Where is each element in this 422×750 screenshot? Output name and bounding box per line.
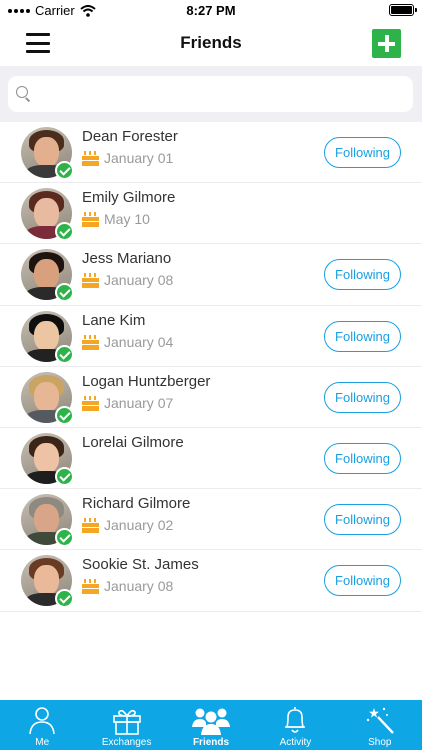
verified-check-icon (55, 344, 74, 364)
tab-label-me: Me (35, 737, 50, 748)
birthday: January 08 (82, 578, 174, 595)
following-button[interactable]: Following (324, 137, 401, 168)
friend-row[interactable]: Logan Huntzberger January 07 Following (0, 367, 422, 428)
friend-row[interactable]: Dean Forester January 01 Following (0, 122, 422, 184)
avatar[interactable] (21, 127, 74, 180)
following-button[interactable]: Following (324, 565, 401, 597)
birthday-cake-icon (82, 211, 99, 228)
avatar[interactable] (21, 310, 74, 364)
friend-row[interactable]: Emily Gilmore May 10 (0, 183, 422, 245)
friend-name: Jess Mariano (82, 250, 172, 268)
birthday-cake-icon (82, 395, 99, 411)
verified-check-icon (55, 161, 74, 180)
verified-check-icon (55, 466, 74, 486)
tab-bar: Me Exchanges Friends Activity Shop (0, 700, 422, 750)
birthday-cake-icon (82, 334, 99, 350)
verified-check-icon (55, 528, 74, 548)
clock: 8:27 PM (186, 3, 236, 18)
following-button[interactable]: Following (324, 381, 401, 413)
birthday: January 07 (82, 395, 173, 411)
search-bar (0, 66, 422, 122)
menu-icon[interactable] (26, 33, 50, 53)
search-icon (16, 86, 32, 102)
following-button[interactable]: Following (324, 442, 401, 474)
tab-activity[interactable]: Activity (253, 700, 337, 750)
birthday-date: January 07 (104, 394, 174, 411)
birthday-cake-icon (82, 272, 99, 289)
avatar[interactable] (21, 555, 74, 609)
friend-name: Sookie St. James (82, 556, 199, 574)
search-field[interactable] (8, 76, 413, 112)
page-title: Friends (180, 33, 242, 52)
tab-shop[interactable]: Shop (338, 700, 422, 750)
friend-name: Dean Forester (82, 128, 178, 145)
gift-icon (112, 709, 141, 735)
friend-name: Emily Gilmore (82, 189, 176, 207)
battery-icon (389, 4, 417, 16)
friend-row[interactable]: Lane Kim January 04 Following (0, 306, 422, 367)
following-button[interactable]: Following (324, 259, 401, 291)
avatar[interactable] (21, 371, 74, 425)
tab-me[interactable]: Me (0, 700, 84, 750)
friend-name: Logan Huntzberger (82, 372, 211, 390)
birthday-date: January 08 (104, 272, 174, 289)
friend-name: Richard Gilmore (82, 495, 191, 513)
add-friend-button[interactable] (372, 29, 401, 58)
friend-list: Dean Forester January 01 Following Emily… (0, 122, 422, 612)
tab-label-exchanges: Exchanges (101, 737, 152, 748)
birthday-date: January 08 (104, 578, 174, 595)
verified-check-icon (55, 405, 74, 425)
tab-label-activity: Activity (279, 737, 312, 748)
friend-row[interactable]: Lorelai Gilmore Following (0, 428, 422, 490)
friends-icon (192, 708, 231, 735)
birthday-cake-icon (82, 150, 99, 166)
avatar[interactable] (21, 249, 74, 303)
verified-check-icon (55, 283, 74, 303)
birthday: January 01 (82, 150, 173, 166)
tab-friends[interactable]: Friends (169, 700, 253, 750)
following-button[interactable]: Following (324, 504, 401, 536)
bell-icon (285, 707, 306, 733)
tab-label-friends: Friends (192, 737, 230, 748)
tab-label-shop: Shop (368, 737, 392, 748)
verified-check-icon (55, 222, 74, 242)
birthday-date: January 02 (104, 517, 174, 534)
birthday: May 10 (82, 211, 150, 228)
following-button[interactable]: Following (324, 320, 401, 352)
tab-exchanges[interactable]: Exchanges (84, 700, 168, 750)
birthday-date: January 04 (104, 333, 174, 350)
birthday-cake-icon (82, 578, 99, 595)
birthday-date: January 01 (104, 150, 174, 166)
birthday: January 04 (82, 334, 173, 350)
magic-wand-icon (366, 707, 394, 734)
friend-row[interactable]: Richard Gilmore January 02 Following (0, 489, 422, 551)
friend-row[interactable]: Sookie St. James January 08 Following (0, 550, 422, 612)
friend-row[interactable]: Jess Mariano January 08 Following (0, 244, 422, 306)
birthday-date: May 10 (104, 211, 150, 228)
search-input[interactable] (32, 76, 413, 112)
birthday: January 08 (82, 272, 174, 289)
friend-name: Lane Kim (82, 311, 146, 329)
status-bar: Carrier 8:27 PM (0, 0, 422, 22)
avatar[interactable] (21, 494, 74, 548)
avatar[interactable] (21, 432, 74, 486)
friend-name: Lorelai Gilmore (82, 433, 184, 451)
nav-bar: Friends (0, 22, 422, 66)
birthday: January 02 (82, 517, 174, 534)
avatar[interactable] (21, 188, 74, 242)
verified-check-icon (55, 589, 74, 609)
birthday-cake-icon (82, 517, 99, 534)
person-icon (29, 707, 56, 735)
